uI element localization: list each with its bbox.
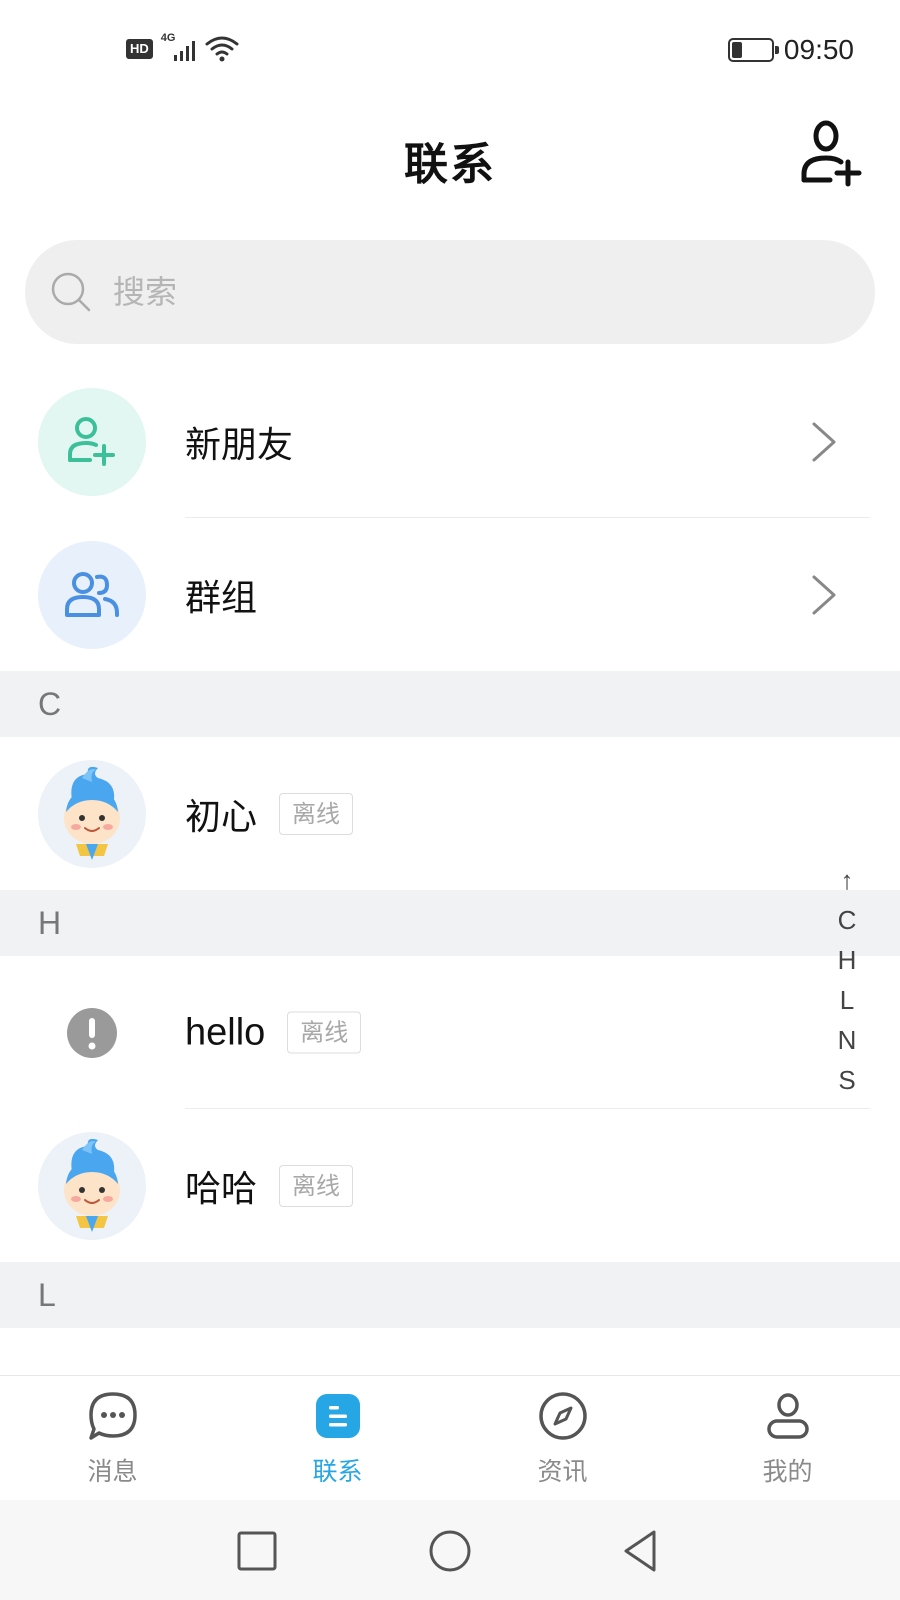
signal-bars-icon bbox=[173, 41, 195, 61]
contact-avatar bbox=[38, 1132, 146, 1240]
contact-label: 初心 离线 bbox=[185, 788, 354, 840]
chevron-right-icon bbox=[812, 575, 836, 614]
tab-contacts[interactable]: 联系 bbox=[225, 1376, 450, 1500]
cartoon-baby-avatar bbox=[64, 766, 120, 860]
index-letter-n[interactable]: N bbox=[838, 1020, 857, 1060]
section-header-h: H bbox=[0, 890, 900, 956]
contact-list: 新朋友 群组 C 初心 离线 H hello 离线 哈哈 离线 L bbox=[0, 365, 900, 1481]
contact-name: hello bbox=[185, 1011, 266, 1053]
nav-label: 消息 bbox=[87, 1457, 138, 1486]
contact-row[interactable]: 哈哈 离线 bbox=[0, 1109, 900, 1262]
wifi-icon bbox=[205, 36, 239, 62]
home-icon[interactable] bbox=[427, 1528, 473, 1574]
battery-icon bbox=[727, 38, 779, 62]
contact-row[interactable]: 初心 离线 bbox=[0, 737, 900, 890]
bottom-nav: 消息 联系 资讯 我的 bbox=[0, 1375, 900, 1500]
nav-label: 联系 bbox=[312, 1457, 363, 1486]
cellular-signal: 4G bbox=[161, 32, 197, 64]
page-title: 联系 bbox=[404, 139, 496, 190]
cartoon-baby-avatar bbox=[64, 1138, 120, 1232]
status-bar: HD 4G 09:50 bbox=[0, 0, 900, 100]
status-badge: 离线 bbox=[279, 1164, 354, 1207]
contact-label: 哈哈 离线 bbox=[185, 1160, 354, 1212]
index-letter-h[interactable]: H bbox=[838, 940, 857, 980]
group-icon bbox=[65, 572, 119, 617]
add-person-icon bbox=[801, 120, 862, 187]
index-letter-s[interactable]: S bbox=[838, 1060, 855, 1100]
hd-badge: HD bbox=[126, 39, 153, 59]
contact-avatar bbox=[38, 760, 146, 868]
status-badge: 离线 bbox=[279, 792, 354, 835]
status-right: 09:50 bbox=[727, 34, 854, 66]
status-left: HD 4G bbox=[126, 32, 239, 64]
row-label: 新朋友 bbox=[185, 424, 294, 466]
new-friends-row[interactable]: 新朋友 bbox=[0, 365, 900, 518]
chat-bubble-icon bbox=[88, 1392, 137, 1440]
contacts-icon bbox=[315, 1394, 360, 1438]
section-header-l: L bbox=[0, 1262, 900, 1328]
index-top-arrow[interactable]: ↑ bbox=[841, 860, 854, 900]
groups-avatar bbox=[38, 541, 146, 649]
index-letter-c[interactable]: C bbox=[838, 900, 857, 940]
header: 联系 bbox=[0, 100, 900, 220]
tab-news[interactable]: 资讯 bbox=[450, 1376, 675, 1500]
tab-messages[interactable]: 消息 bbox=[0, 1376, 225, 1500]
contact-name: 初心 bbox=[185, 796, 258, 838]
add-person-icon bbox=[68, 417, 115, 466]
section-header-c: C bbox=[0, 671, 900, 737]
system-nav-bar bbox=[0, 1500, 900, 1600]
alert-icon bbox=[67, 1008, 117, 1058]
tab-me[interactable]: 我的 bbox=[675, 1376, 900, 1500]
nav-label: 资讯 bbox=[537, 1457, 588, 1486]
search-input[interactable] bbox=[113, 273, 713, 311]
index-letter-l[interactable]: L bbox=[840, 980, 854, 1020]
contact-row[interactable]: hello 离线 bbox=[0, 956, 900, 1109]
person-icon bbox=[766, 1393, 809, 1439]
recent-apps-icon[interactable] bbox=[234, 1528, 280, 1574]
contact-avatar bbox=[38, 979, 146, 1087]
contact-name: 哈哈 bbox=[185, 1168, 258, 1210]
back-icon[interactable] bbox=[618, 1528, 664, 1574]
groups-row[interactable]: 群组 bbox=[0, 518, 900, 671]
alphabet-index[interactable]: ↑ C H L N S bbox=[832, 860, 862, 1100]
nav-label: 我的 bbox=[762, 1457, 813, 1486]
compass-icon bbox=[538, 1392, 587, 1440]
search-icon bbox=[51, 272, 91, 312]
row-label: 群组 bbox=[185, 577, 258, 619]
new-friends-avatar bbox=[38, 388, 146, 496]
contact-label: hello 离线 bbox=[185, 1011, 362, 1054]
battery-level bbox=[731, 42, 743, 58]
search-bar[interactable] bbox=[25, 240, 875, 344]
chevron-right-icon bbox=[812, 422, 836, 461]
add-contact-button[interactable] bbox=[794, 118, 864, 190]
clock: 09:50 bbox=[783, 34, 854, 65]
status-badge: 离线 bbox=[287, 1011, 362, 1054]
